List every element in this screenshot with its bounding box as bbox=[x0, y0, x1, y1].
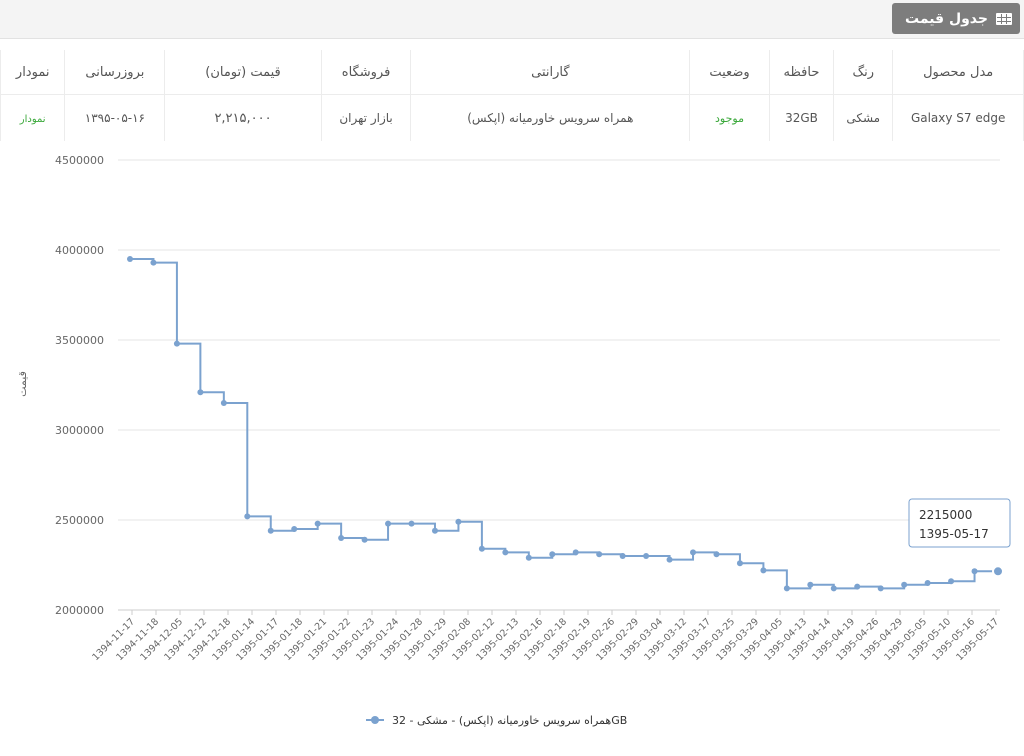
data-point[interactable] bbox=[502, 549, 509, 556]
series-points bbox=[127, 256, 1004, 592]
column-header-updated: بروزرسانی bbox=[64, 50, 166, 95]
data-point[interactable] bbox=[854, 583, 861, 590]
table-row[interactable]: Galaxy S7 edge مشکی 32GB موجود همراه سرو… bbox=[0, 94, 1024, 141]
column-header-status: وضعیت bbox=[689, 50, 770, 95]
cell-warranty: همراه سرویس خاورمیانه (اپکس) bbox=[410, 94, 691, 141]
data-point[interactable] bbox=[971, 568, 978, 575]
data-point[interactable] bbox=[220, 400, 227, 406]
y-tick-label: 3500000 bbox=[55, 334, 104, 347]
column-header-storage: حافظه bbox=[768, 50, 835, 95]
legend-label: همراه سرویس خاورمیانه (اپکس) - مشکی - 32… bbox=[392, 714, 627, 727]
price-history-chart: 2000000 2500000 3000000 3500000 4000000 45000… bbox=[16, 154, 1011, 727]
data-point[interactable] bbox=[267, 527, 274, 534]
data-point[interactable] bbox=[197, 389, 204, 396]
tooltip: 2215000 1395-05-17 bbox=[908, 498, 1011, 548]
y-axis: 2000000 2500000 3000000 3500000 4000000 45000… bbox=[55, 154, 104, 617]
data-point[interactable] bbox=[736, 560, 743, 567]
data-point[interactable] bbox=[408, 520, 415, 527]
data-point[interactable] bbox=[314, 520, 321, 527]
data-point[interactable] bbox=[173, 340, 180, 347]
column-header-color: رنگ bbox=[833, 50, 894, 95]
data-point[interactable] bbox=[830, 585, 837, 592]
data-point[interactable] bbox=[807, 581, 814, 588]
data-point[interactable] bbox=[643, 553, 650, 559]
data-point[interactable] bbox=[385, 520, 392, 527]
data-point[interactable] bbox=[291, 526, 298, 532]
cell-model: Galaxy S7 edge bbox=[892, 94, 1024, 141]
cell-storage: 32GB bbox=[768, 94, 835, 141]
y-tick-label: 4500000 bbox=[55, 154, 104, 167]
data-point[interactable] bbox=[596, 551, 603, 558]
data-point[interactable] bbox=[455, 518, 462, 525]
data-point[interactable] bbox=[478, 545, 485, 552]
table-header-row: مدل محصول رنگ حافظه وضعیت گارانتی فروشگا… bbox=[0, 50, 1024, 95]
data-point[interactable] bbox=[150, 259, 157, 266]
legend[interactable]: همراه سرویس خاورمیانه (اپکس) - مشکی - 32… bbox=[366, 714, 627, 727]
y-axis-label: قیمت bbox=[16, 371, 29, 397]
top-bar: جدول قیمت bbox=[0, 0, 1024, 39]
data-point[interactable] bbox=[431, 527, 438, 534]
column-header-store: فروشگاه bbox=[320, 50, 412, 95]
column-header-model: مدل محصول bbox=[892, 50, 1024, 95]
y-tick-label: 2500000 bbox=[55, 514, 104, 527]
price-table-tab[interactable]: جدول قیمت bbox=[892, 3, 1020, 34]
y-tick-label: 4000000 bbox=[55, 244, 104, 257]
cell-status: موجود bbox=[689, 94, 770, 141]
price-table: مدل محصول رنگ حافظه وضعیت گارانتی فروشگا… bbox=[0, 50, 1024, 141]
cell-color: مشکی bbox=[833, 94, 894, 141]
data-point[interactable] bbox=[666, 556, 673, 563]
data-point[interactable] bbox=[244, 513, 251, 520]
price-table-title: جدول قیمت bbox=[905, 10, 988, 27]
column-header-warranty: گارانتی bbox=[410, 50, 691, 95]
highlighted-data-point[interactable] bbox=[992, 565, 1004, 578]
status-badge: موجود bbox=[715, 112, 744, 125]
data-point[interactable] bbox=[690, 549, 697, 556]
data-point[interactable] bbox=[127, 256, 133, 262]
chart-link[interactable]: نمودار bbox=[20, 114, 46, 125]
series-line bbox=[130, 258, 998, 590]
data-point[interactable] bbox=[361, 536, 368, 543]
data-point[interactable] bbox=[948, 578, 955, 585]
data-point[interactable] bbox=[877, 585, 884, 592]
column-header-price: قیمت (تومان) bbox=[164, 50, 322, 95]
x-axis: 1394-11-171394-11-181394-12-051394-12-12… bbox=[90, 610, 1001, 663]
cell-price: ۲,۲۱۵,۰۰۰ bbox=[164, 94, 322, 141]
data-point[interactable] bbox=[713, 551, 720, 558]
tooltip-date: 1395-05-17 bbox=[919, 527, 989, 541]
cell-store: بازار تهران bbox=[320, 94, 412, 141]
data-point[interactable] bbox=[901, 581, 908, 588]
data-point[interactable] bbox=[760, 567, 767, 574]
data-point[interactable] bbox=[338, 535, 345, 541]
data-point[interactable] bbox=[525, 554, 532, 561]
data-point[interactable] bbox=[783, 585, 790, 592]
column-header-chart: نمودار bbox=[0, 50, 66, 95]
chart-grid bbox=[118, 159, 1000, 611]
y-tick-label: 2000000 bbox=[55, 604, 104, 617]
cell-chart: نمودار bbox=[0, 94, 66, 141]
legend-marker bbox=[371, 716, 379, 724]
data-point[interactable] bbox=[619, 553, 626, 559]
cell-updated: ۱۳۹۵-۰۵-۱۶ bbox=[64, 94, 166, 141]
y-tick-label: 3000000 bbox=[55, 424, 104, 437]
data-point[interactable] bbox=[572, 549, 579, 556]
data-point[interactable] bbox=[549, 551, 556, 558]
tooltip-value: 2215000 bbox=[919, 508, 972, 522]
data-point[interactable] bbox=[924, 580, 931, 586]
table-icon bbox=[996, 12, 1012, 25]
